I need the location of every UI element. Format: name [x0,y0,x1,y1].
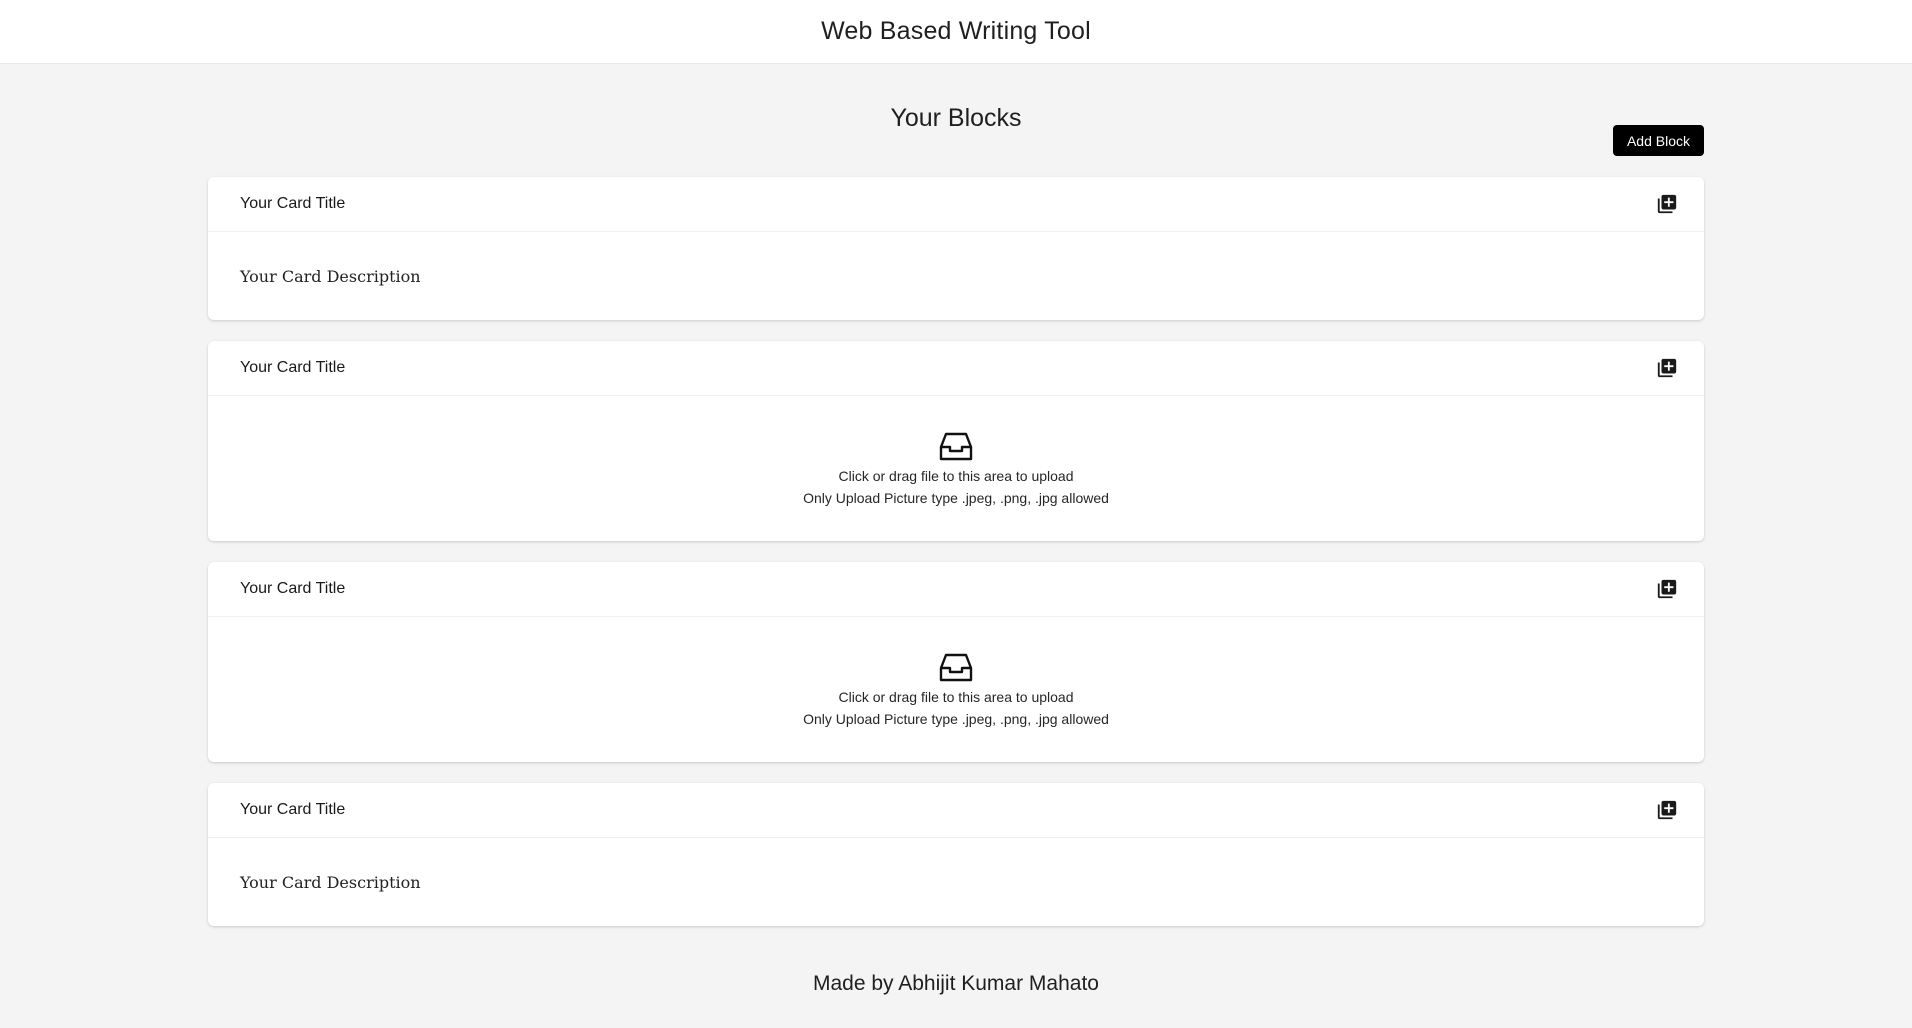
upload-dropzone[interactable]: Click or drag file to this area to uploa… [208,396,1704,541]
card-title: Your Card Title [240,801,346,818]
card-header: Your Card Title [208,341,1704,396]
block-card: Your Card Title Click or drag file to th… [208,562,1704,762]
card-title: Your Card Title [240,580,346,597]
block-card: Your Card Title Your Card Description [208,177,1704,320]
upload-text: Click or drag file to this area to uploa… [838,467,1074,484]
app-header: Web Based Writing Tool [0,0,1912,64]
add-copy-icon[interactable] [1654,191,1680,217]
add-copy-icon[interactable] [1654,797,1680,823]
app-title: Web Based Writing Tool [821,17,1091,45]
card-description[interactable]: Your Card Description [208,232,1704,320]
add-block-button[interactable]: Add Block [1612,125,1704,156]
card-header: Your Card Title [208,562,1704,617]
section-title: Your Blocks [890,104,1022,132]
block-card: Your Card Title Your Card Description [208,783,1704,926]
footer-credit: Made by Abhijit Kumar Mahato [813,972,1099,995]
card-header: Your Card Title [208,177,1704,232]
card-header: Your Card Title [208,783,1704,838]
card-description[interactable]: Your Card Description [208,838,1704,926]
card-list: Your Card Title Your Card Description Yo… [208,177,1704,947]
block-card: Your Card Title Click or drag file to th… [208,341,1704,541]
upload-hint: Only Upload Picture type .jpeg, .png, .j… [803,710,1109,727]
card-title: Your Card Title [240,195,346,212]
add-copy-icon[interactable] [1654,355,1680,381]
card-title: Your Card Title [240,359,346,376]
upload-dropzone[interactable]: Click or drag file to this area to uploa… [208,617,1704,762]
upload-hint: Only Upload Picture type .jpeg, .png, .j… [803,489,1109,506]
inbox-icon [939,653,973,681]
add-copy-icon[interactable] [1654,576,1680,602]
inbox-icon [939,432,973,460]
upload-text: Click or drag file to this area to uploa… [838,688,1074,705]
